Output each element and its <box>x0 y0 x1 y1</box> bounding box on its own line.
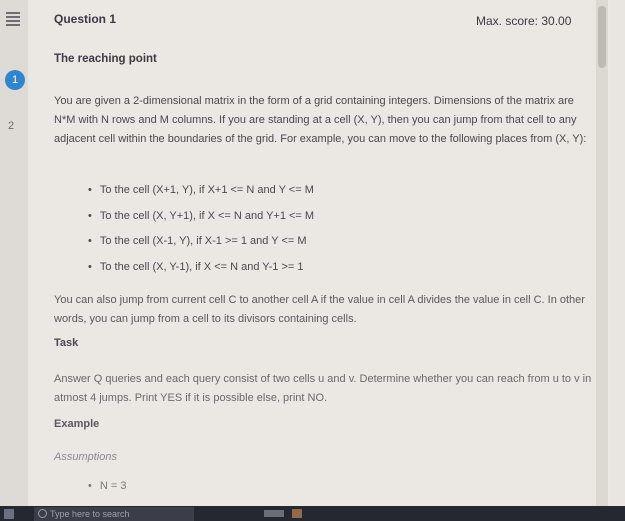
problem-title: The reaching point <box>54 53 157 65</box>
task-heading: Task <box>54 337 79 349</box>
question-nav-item-1[interactable]: 1 <box>5 70 25 90</box>
scroll-thumb[interactable] <box>598 6 606 68</box>
taskbar-app-icon[interactable] <box>264 510 284 517</box>
move-item-1: To the cell (X+1, Y), if X+1 <= N and Y … <box>88 178 314 204</box>
search-icon <box>38 509 47 518</box>
taskbar: Type here to search <box>0 506 625 521</box>
move-item-2: To the cell (X, Y+1), if X <= N and Y+1 … <box>88 204 314 230</box>
question-title: Question 1 <box>54 12 117 26</box>
example-heading: Example <box>54 418 100 430</box>
menu-icon[interactable] <box>6 12 20 28</box>
max-score: Max. score: 30.00 <box>476 14 572 28</box>
taskbar-app-icon-2[interactable] <box>292 509 302 518</box>
jump-rule: You can also jump from current cell C to… <box>54 294 585 325</box>
scrollbar[interactable] <box>596 0 608 506</box>
question-content: Question 1 Max. score: 30.00 The reachin… <box>28 0 610 506</box>
taskbar-search-input[interactable]: Type here to search <box>34 507 194 521</box>
question-nav-rail: 1 2 <box>0 0 29 506</box>
assumption-item: N = 3 <box>88 480 127 492</box>
task-text: Answer Q queries and each query consist … <box>54 373 592 404</box>
start-icon[interactable] <box>4 509 14 519</box>
assumptions-heading: Assumptions <box>54 451 117 463</box>
moves-list: To the cell (X+1, Y), if X+1 <= N and Y … <box>88 178 314 280</box>
move-item-3: To the cell (X-1, Y), if X-1 >= 1 and Y … <box>88 229 314 255</box>
problem-intro: You are given a 2-dimensional matrix in … <box>54 95 587 145</box>
question-nav-item-2[interactable]: 2 <box>8 120 14 132</box>
move-item-4: To the cell (X, Y-1), if X <= N and Y-1 … <box>88 255 314 281</box>
